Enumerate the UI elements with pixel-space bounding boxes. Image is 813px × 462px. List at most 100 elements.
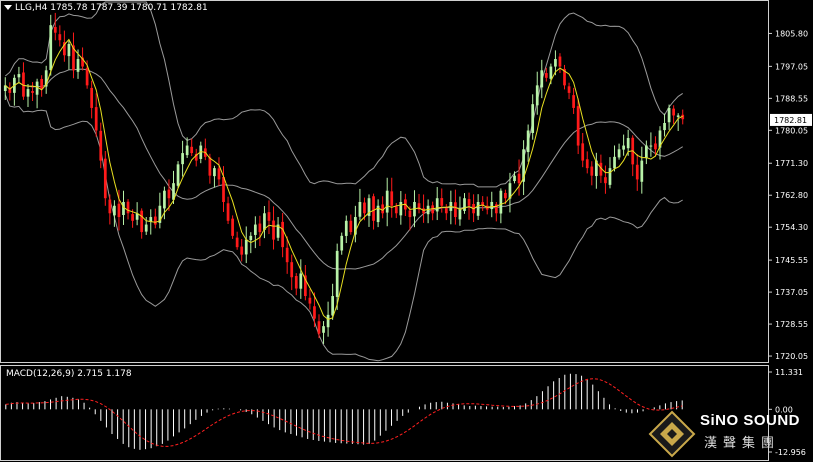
price-axis: 1805.80 1797.05 1788.55 1780.05 1771.30 1762.… (768, 29, 808, 361)
candle (176, 161, 180, 189)
candle (376, 199, 380, 228)
candle (158, 192, 162, 229)
candle (258, 215, 262, 246)
candle (558, 53, 562, 74)
price-tick-label: 1797.05 (775, 62, 808, 71)
candle (13, 74, 16, 106)
candle (303, 265, 307, 301)
main-pane (0, 0, 769, 363)
candle (290, 254, 294, 291)
candle (490, 191, 494, 218)
price-tick-label: 1780.05 (775, 126, 808, 135)
candle (508, 172, 512, 213)
price-tick-label: 1762.80 (775, 191, 808, 200)
candle (354, 205, 357, 243)
candle (8, 82, 12, 101)
candle (94, 93, 98, 137)
ma-line (4, 38, 683, 320)
price-tick-label: 1771.30 (775, 159, 808, 168)
candle (322, 321, 325, 344)
candle (344, 215, 348, 244)
candle (517, 159, 521, 196)
candle (617, 143, 621, 160)
candle (417, 193, 421, 214)
candle (649, 132, 653, 157)
candle (672, 105, 675, 124)
candle (381, 196, 385, 219)
candle (67, 40, 71, 70)
candle (481, 196, 485, 211)
bb-lower-line (4, 94, 683, 362)
candle (458, 196, 462, 226)
candle (463, 193, 466, 214)
candle (217, 157, 221, 186)
candle (294, 273, 298, 296)
current-price-label: 1782.81 (774, 116, 807, 125)
candle (622, 134, 625, 156)
candle (99, 122, 103, 169)
price-tick-label: 1745.55 (775, 256, 808, 265)
candle (613, 145, 616, 172)
candle (644, 140, 648, 165)
candle (372, 193, 375, 230)
candle (267, 200, 271, 235)
symbol-label: LLG,H4 (15, 3, 48, 13)
moving-average (4, 38, 683, 320)
candle (113, 200, 116, 227)
caret-down-icon[interactable] (4, 5, 12, 10)
candle (522, 140, 525, 196)
candle (253, 216, 257, 249)
candle (49, 14, 53, 76)
candle (576, 98, 580, 155)
candle (17, 66, 21, 84)
chart-canvas: 1805.80 1797.05 1788.55 1780.05 1771.30 1762.… (0, 0, 812, 461)
candle (235, 231, 239, 250)
candle (272, 206, 275, 250)
price-tick-label: 1728.55 (775, 320, 808, 329)
candle (590, 161, 594, 186)
candle (103, 151, 107, 206)
candle (367, 194, 371, 227)
candle (53, 12, 57, 41)
candle (181, 140, 184, 177)
candle (494, 202, 498, 222)
candle (594, 152, 598, 189)
candle (244, 226, 248, 264)
candle (263, 206, 266, 239)
candle (526, 124, 530, 162)
candle (426, 199, 430, 224)
signal-line (5, 378, 683, 447)
logo-emblem-icon (648, 410, 696, 458)
price-tick-label: 1788.55 (775, 94, 808, 103)
logo-cn-text: 漢聲集團 (704, 436, 781, 451)
candle (35, 78, 39, 109)
candle (449, 190, 453, 225)
bb-upper-line (4, 1, 683, 188)
price-tick-label: 1720.05 (775, 352, 808, 361)
candle (240, 239, 244, 262)
candle (631, 135, 635, 177)
candle (194, 148, 198, 167)
candle (203, 138, 207, 161)
candle (390, 177, 394, 218)
candle (349, 214, 353, 235)
candle (299, 259, 303, 299)
candle (308, 289, 312, 310)
candle (476, 194, 480, 220)
ohlc-values: 1785.78 1787.39 1780.71 1782.81 (50, 3, 208, 13)
candle (108, 194, 112, 225)
candle (444, 204, 448, 221)
candle (581, 133, 585, 168)
candle (499, 188, 503, 224)
price-tick-label: 1737.05 (775, 288, 808, 297)
candle (90, 80, 94, 119)
candle (422, 194, 425, 223)
candle (226, 196, 230, 224)
macd-label: MACD(12,26,9) 2.715 1.178 (6, 369, 132, 379)
candle (40, 75, 44, 97)
candle (435, 187, 439, 221)
candle (585, 151, 589, 174)
price-tick-label: 1754.30 (775, 223, 808, 232)
candle (567, 82, 571, 100)
candlesticks (3, 12, 685, 344)
